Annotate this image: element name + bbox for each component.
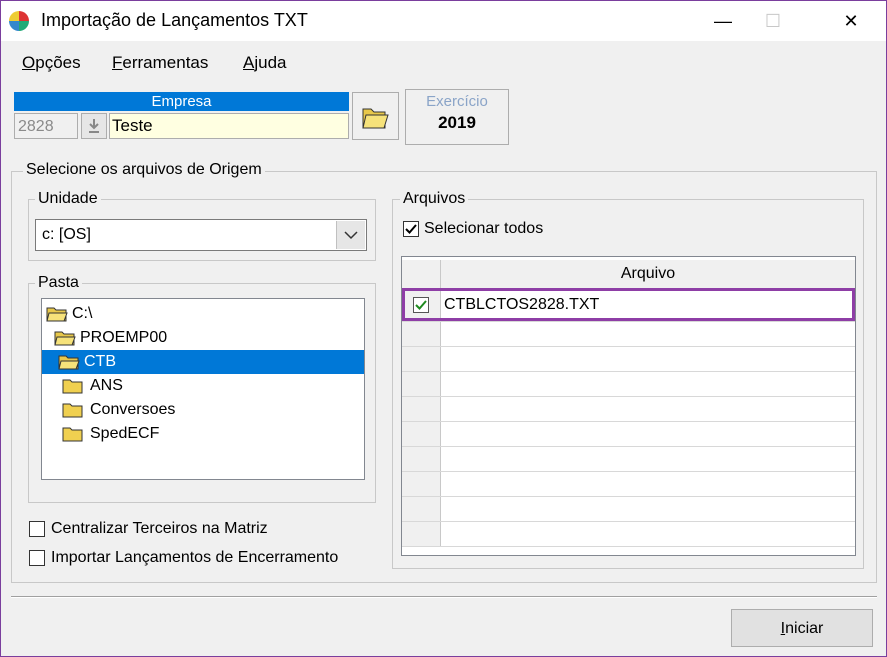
- row-selector: [402, 397, 441, 421]
- open-folder-icon: [362, 108, 389, 129]
- arquivos-legend: Arquivos: [400, 190, 469, 208]
- row-selector: [402, 347, 441, 371]
- row-selector: [402, 497, 441, 521]
- unidade-select[interactable]: c: [OS]: [35, 219, 367, 251]
- file-row-highlight: [402, 288, 855, 321]
- folder-icon: [62, 403, 83, 418]
- chevron-down-icon[interactable]: [336, 221, 365, 249]
- centralizar-terceiros-checkbox[interactable]: [29, 521, 45, 537]
- open-folder-icon: [46, 307, 68, 322]
- select-all-label: Selecionar todos: [424, 220, 544, 237]
- empresa-lookup-button[interactable]: [81, 113, 107, 139]
- table-row: [402, 422, 855, 447]
- iniciar-button[interactable]: Iniciar: [731, 609, 873, 647]
- tree-item-proemp00[interactable]: PROEMP00: [54, 326, 362, 350]
- empresa-code-field[interactable]: 2828: [14, 113, 78, 139]
- table-row: [402, 522, 855, 547]
- pasta-legend: Pasta: [35, 274, 82, 292]
- row-selector: [402, 447, 441, 471]
- menu-ferramentas[interactable]: Ferramentas: [112, 53, 208, 73]
- menu-bar: Opções Ferramentas Ajuda: [1, 41, 886, 83]
- table-row: [402, 447, 855, 472]
- unidade-selected-value: c: [OS]: [42, 226, 91, 243]
- title-bar: Importação de Lançamentos TXT — ☐ ✕: [1, 1, 886, 41]
- download-arrow-icon: [89, 119, 99, 133]
- menu-opcoes[interactable]: Opções: [22, 53, 81, 73]
- open-folder-button[interactable]: [352, 92, 399, 140]
- column-header-arquivo[interactable]: Arquivo: [441, 265, 855, 283]
- close-button[interactable]: ✕: [828, 1, 874, 41]
- select-all-checkbox[interactable]: [403, 221, 419, 237]
- open-folder-icon: [54, 331, 76, 346]
- row-selector: [402, 522, 441, 546]
- menu-ajuda[interactable]: Ajuda: [243, 53, 286, 73]
- tree-item-ans[interactable]: ANS: [62, 374, 362, 398]
- table-row: [402, 497, 855, 522]
- exercicio-box: Exercício 2019: [405, 89, 509, 145]
- exercicio-value: 2019: [438, 113, 476, 132]
- minimize-button[interactable]: —: [700, 1, 746, 41]
- row-selector: [402, 322, 441, 346]
- tree-item-c-root[interactable]: C:\: [46, 302, 362, 326]
- main-window: Importação de Lançamentos TXT — ☐ ✕ Opçõ…: [0, 0, 887, 657]
- folder-tree[interactable]: C:\ PROEMP00 CTB ANS Conversoes SpedECF: [41, 298, 365, 480]
- tree-item-ctb[interactable]: CTB: [42, 350, 364, 374]
- folder-icon: [62, 427, 83, 442]
- open-folder-icon: [58, 355, 80, 370]
- folder-icon: [62, 379, 83, 394]
- maximize-button[interactable]: ☐: [750, 1, 796, 41]
- empresa-header: Empresa: [14, 92, 349, 111]
- tree-item-spedecf[interactable]: SpedECF: [62, 422, 362, 446]
- exercicio-label: Exercício: [426, 93, 488, 110]
- app-icon: [9, 11, 29, 31]
- centralizar-terceiros-label: Centralizar Terceiros na Matriz: [51, 520, 268, 537]
- grid-header: Arquivo: [402, 260, 855, 289]
- table-row: [402, 322, 855, 347]
- tree-item-conversoes[interactable]: Conversoes: [62, 398, 362, 422]
- grid-header-corner: [402, 260, 441, 288]
- empresa-name-field[interactable]: Teste: [109, 113, 349, 139]
- unidade-legend: Unidade: [35, 190, 101, 208]
- checkmark-icon: [405, 224, 417, 234]
- row-selector: [402, 422, 441, 446]
- table-row: [402, 347, 855, 372]
- importar-encerramento-checkbox[interactable]: [29, 550, 45, 566]
- table-row: [402, 372, 855, 397]
- window-title: Importação de Lançamentos TXT: [41, 10, 308, 30]
- row-selector: [402, 472, 441, 496]
- row-selector: [402, 372, 441, 396]
- importar-encerramento-label: Importar Lançamentos de Encerramento: [51, 549, 339, 566]
- origem-legend: Selecione os arquivos de Origem: [23, 161, 265, 179]
- table-row: [402, 397, 855, 422]
- footer-divider: [11, 596, 877, 598]
- table-row: [402, 472, 855, 497]
